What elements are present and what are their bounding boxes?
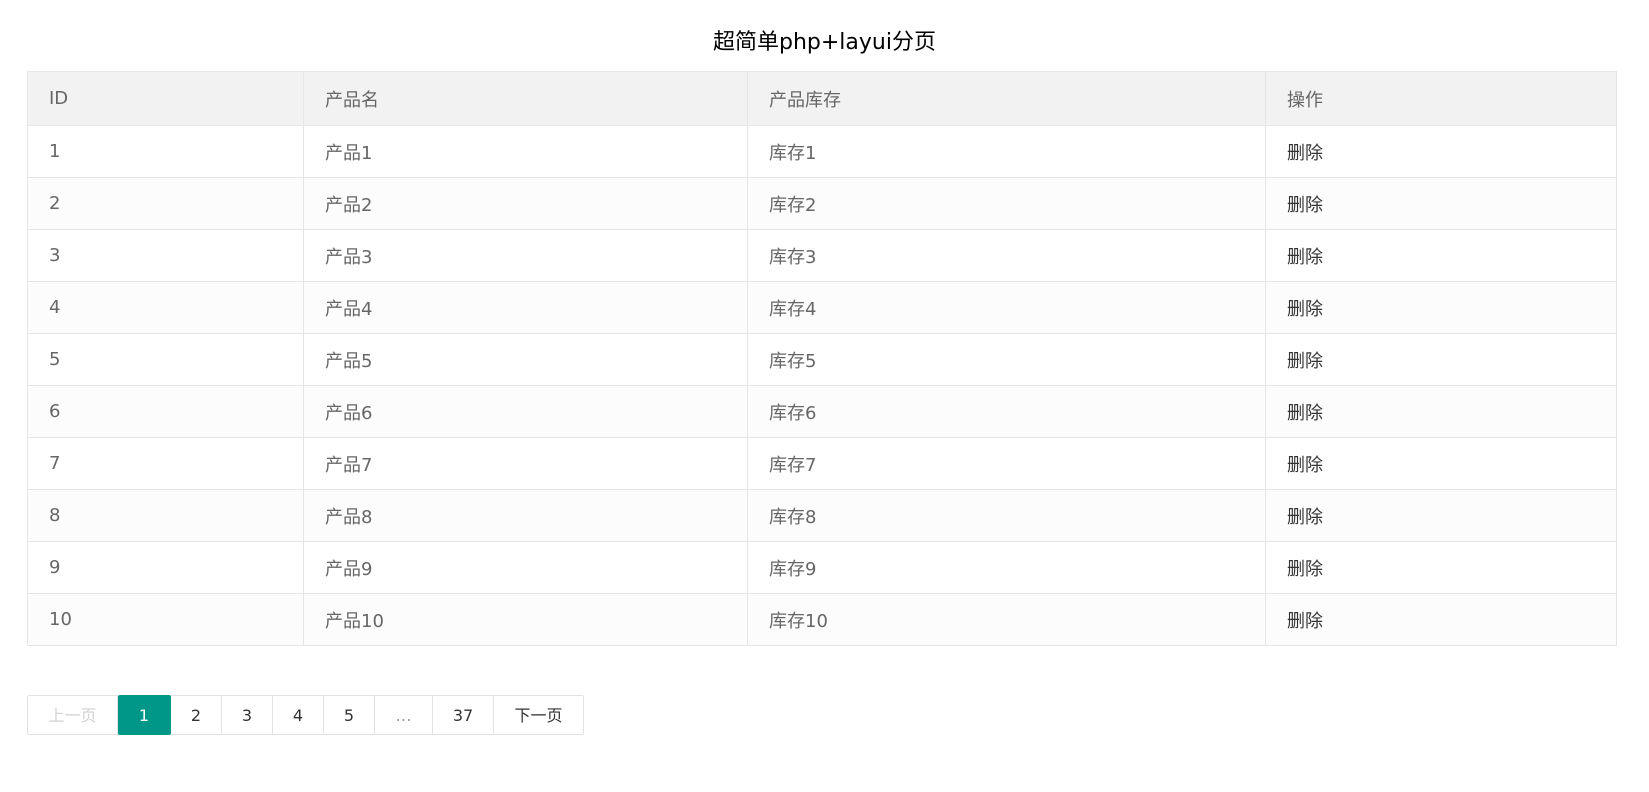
cell-product-name: 产品10	[303, 593, 748, 646]
next-page-button[interactable]: 下一页	[494, 695, 584, 735]
cell-product-stock: 库存5	[747, 333, 1266, 386]
page-button-3[interactable]: 3	[222, 695, 273, 735]
delete-button[interactable]: 删除	[1265, 593, 1617, 646]
table-row: 10 产品10 库存10 删除	[27, 593, 1617, 646]
cell-product-name: 产品6	[303, 385, 748, 438]
cell-product-name: 产品3	[303, 229, 748, 282]
cell-product-stock: 库存8	[747, 489, 1266, 542]
delete-button[interactable]: 删除	[1265, 281, 1617, 334]
column-header-id: ID	[27, 71, 304, 126]
cell-id: 2	[27, 177, 304, 230]
table-row: 6 产品6 库存6 删除	[27, 385, 1617, 438]
delete-button[interactable]: 删除	[1265, 437, 1617, 490]
table-row: 7 产品7 库存7 删除	[27, 437, 1617, 490]
cell-product-stock: 库存3	[747, 229, 1266, 282]
cell-product-name: 产品8	[303, 489, 748, 542]
cell-product-stock: 库存2	[747, 177, 1266, 230]
cell-id: 8	[27, 489, 304, 542]
delete-button[interactable]: 删除	[1265, 489, 1617, 542]
pagination: 上一页 1 2 3 4 5 … 37 下一页	[27, 695, 584, 735]
cell-id: 10	[27, 593, 304, 646]
table-row: 4 产品4 库存4 删除	[27, 281, 1617, 334]
page-button-37[interactable]: 37	[433, 695, 494, 735]
cell-product-name: 产品1	[303, 125, 748, 178]
cell-id: 7	[27, 437, 304, 490]
column-header-product-stock: 产品库存	[747, 71, 1266, 126]
column-header-product-name: 产品名	[303, 71, 748, 126]
cell-id: 9	[27, 541, 304, 594]
table-header-row: ID 产品名 产品库存 操作	[27, 71, 1617, 126]
table-row: 5 产品5 库存5 删除	[27, 333, 1617, 386]
delete-button[interactable]: 删除	[1265, 385, 1617, 438]
cell-id: 1	[27, 125, 304, 178]
cell-product-name: 产品2	[303, 177, 748, 230]
delete-button[interactable]: 删除	[1265, 125, 1617, 178]
prev-page-button[interactable]: 上一页	[27, 695, 118, 735]
page-button-2[interactable]: 2	[171, 695, 222, 735]
delete-button[interactable]: 删除	[1265, 177, 1617, 230]
table-row: 3 产品3 库存3 删除	[27, 229, 1617, 282]
table-header: ID 产品名 产品库存 操作	[27, 71, 1617, 126]
cell-product-stock: 库存10	[747, 593, 1266, 646]
page-button-4[interactable]: 4	[273, 695, 324, 735]
product-table-container: ID 产品名 产品库存 操作 1 产品1 库存1 删除 2 产品2 库存2 删除…	[27, 71, 1617, 646]
delete-button[interactable]: 删除	[1265, 541, 1617, 594]
cell-product-stock: 库存7	[747, 437, 1266, 490]
table-body: 1 产品1 库存1 删除 2 产品2 库存2 删除 3 产品3 库存3 删除 4…	[27, 125, 1617, 646]
cell-product-stock: 库存6	[747, 385, 1266, 438]
cell-id: 3	[27, 229, 304, 282]
cell-product-name: 产品7	[303, 437, 748, 490]
table-row: 1 产品1 库存1 删除	[27, 125, 1617, 178]
table-row: 8 产品8 库存8 删除	[27, 489, 1617, 542]
cell-id: 4	[27, 281, 304, 334]
table-row: 2 产品2 库存2 删除	[27, 177, 1617, 230]
page-ellipsis: …	[375, 695, 433, 735]
cell-product-name: 产品5	[303, 333, 748, 386]
page-button-1[interactable]: 1	[118, 695, 171, 735]
cell-product-stock: 库存4	[747, 281, 1266, 334]
cell-product-name: 产品4	[303, 281, 748, 334]
table-row: 9 产品9 库存9 删除	[27, 541, 1617, 594]
product-table: ID 产品名 产品库存 操作 1 产品1 库存1 删除 2 产品2 库存2 删除…	[27, 71, 1617, 646]
delete-button[interactable]: 删除	[1265, 333, 1617, 386]
page-button-5[interactable]: 5	[324, 695, 375, 735]
cell-id: 5	[27, 333, 304, 386]
delete-button[interactable]: 删除	[1265, 229, 1617, 282]
page-title: 超简单php+layui分页	[713, 30, 936, 55]
cell-product-name: 产品9	[303, 541, 748, 594]
cell-id: 6	[27, 385, 304, 438]
cell-product-stock: 库存1	[747, 125, 1266, 178]
column-header-actions: 操作	[1265, 71, 1617, 126]
cell-product-stock: 库存9	[747, 541, 1266, 594]
